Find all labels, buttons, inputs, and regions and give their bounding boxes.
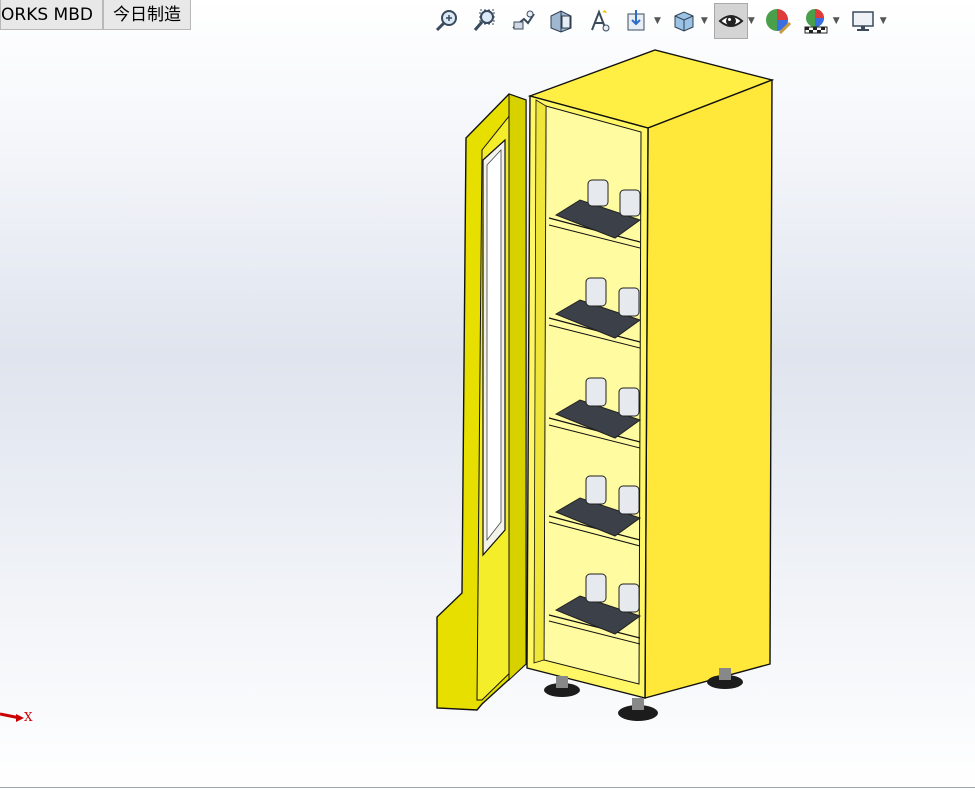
cabinet-door[interactable] xyxy=(436,93,527,711)
view-settings-icon xyxy=(851,11,874,31)
view-settings-dropdown[interactable]: ▼ xyxy=(880,16,887,26)
view-orientation-dropdown[interactable]: ▼ xyxy=(654,16,661,26)
previous-view-icon xyxy=(512,10,535,30)
view-orientation-icon xyxy=(627,10,645,31)
graphics-viewport[interactable] xyxy=(0,32,975,787)
apply-scene-icon xyxy=(804,9,828,34)
apply-scene-dropdown[interactable]: ▼ xyxy=(833,16,840,26)
reference-triad xyxy=(0,712,24,722)
cabinet-model[interactable] xyxy=(0,32,975,787)
zoom-to-area-icon xyxy=(473,9,495,31)
zoom-to-fit-icon xyxy=(435,10,457,32)
triad-x-label: X xyxy=(24,710,33,724)
hide-show-items-dropdown[interactable]: ▼ xyxy=(748,16,755,26)
tab-bar: ORKS MBD 今日制造 xyxy=(0,0,191,32)
dynamic-annotation-icon xyxy=(591,9,610,32)
hide-show-items-icon xyxy=(718,15,744,27)
display-style-icon xyxy=(674,11,694,32)
section-view-icon xyxy=(550,10,572,33)
display-style-dropdown[interactable]: ▼ xyxy=(701,16,708,26)
viewport-bottom-border xyxy=(0,787,975,788)
tab-mbd[interactable]: ORKS MBD xyxy=(0,0,103,30)
edit-appearance-icon xyxy=(765,9,791,35)
tab-today-manufacturing[interactable]: 今日制造 xyxy=(102,0,191,30)
cabinet-body[interactable] xyxy=(526,49,775,699)
